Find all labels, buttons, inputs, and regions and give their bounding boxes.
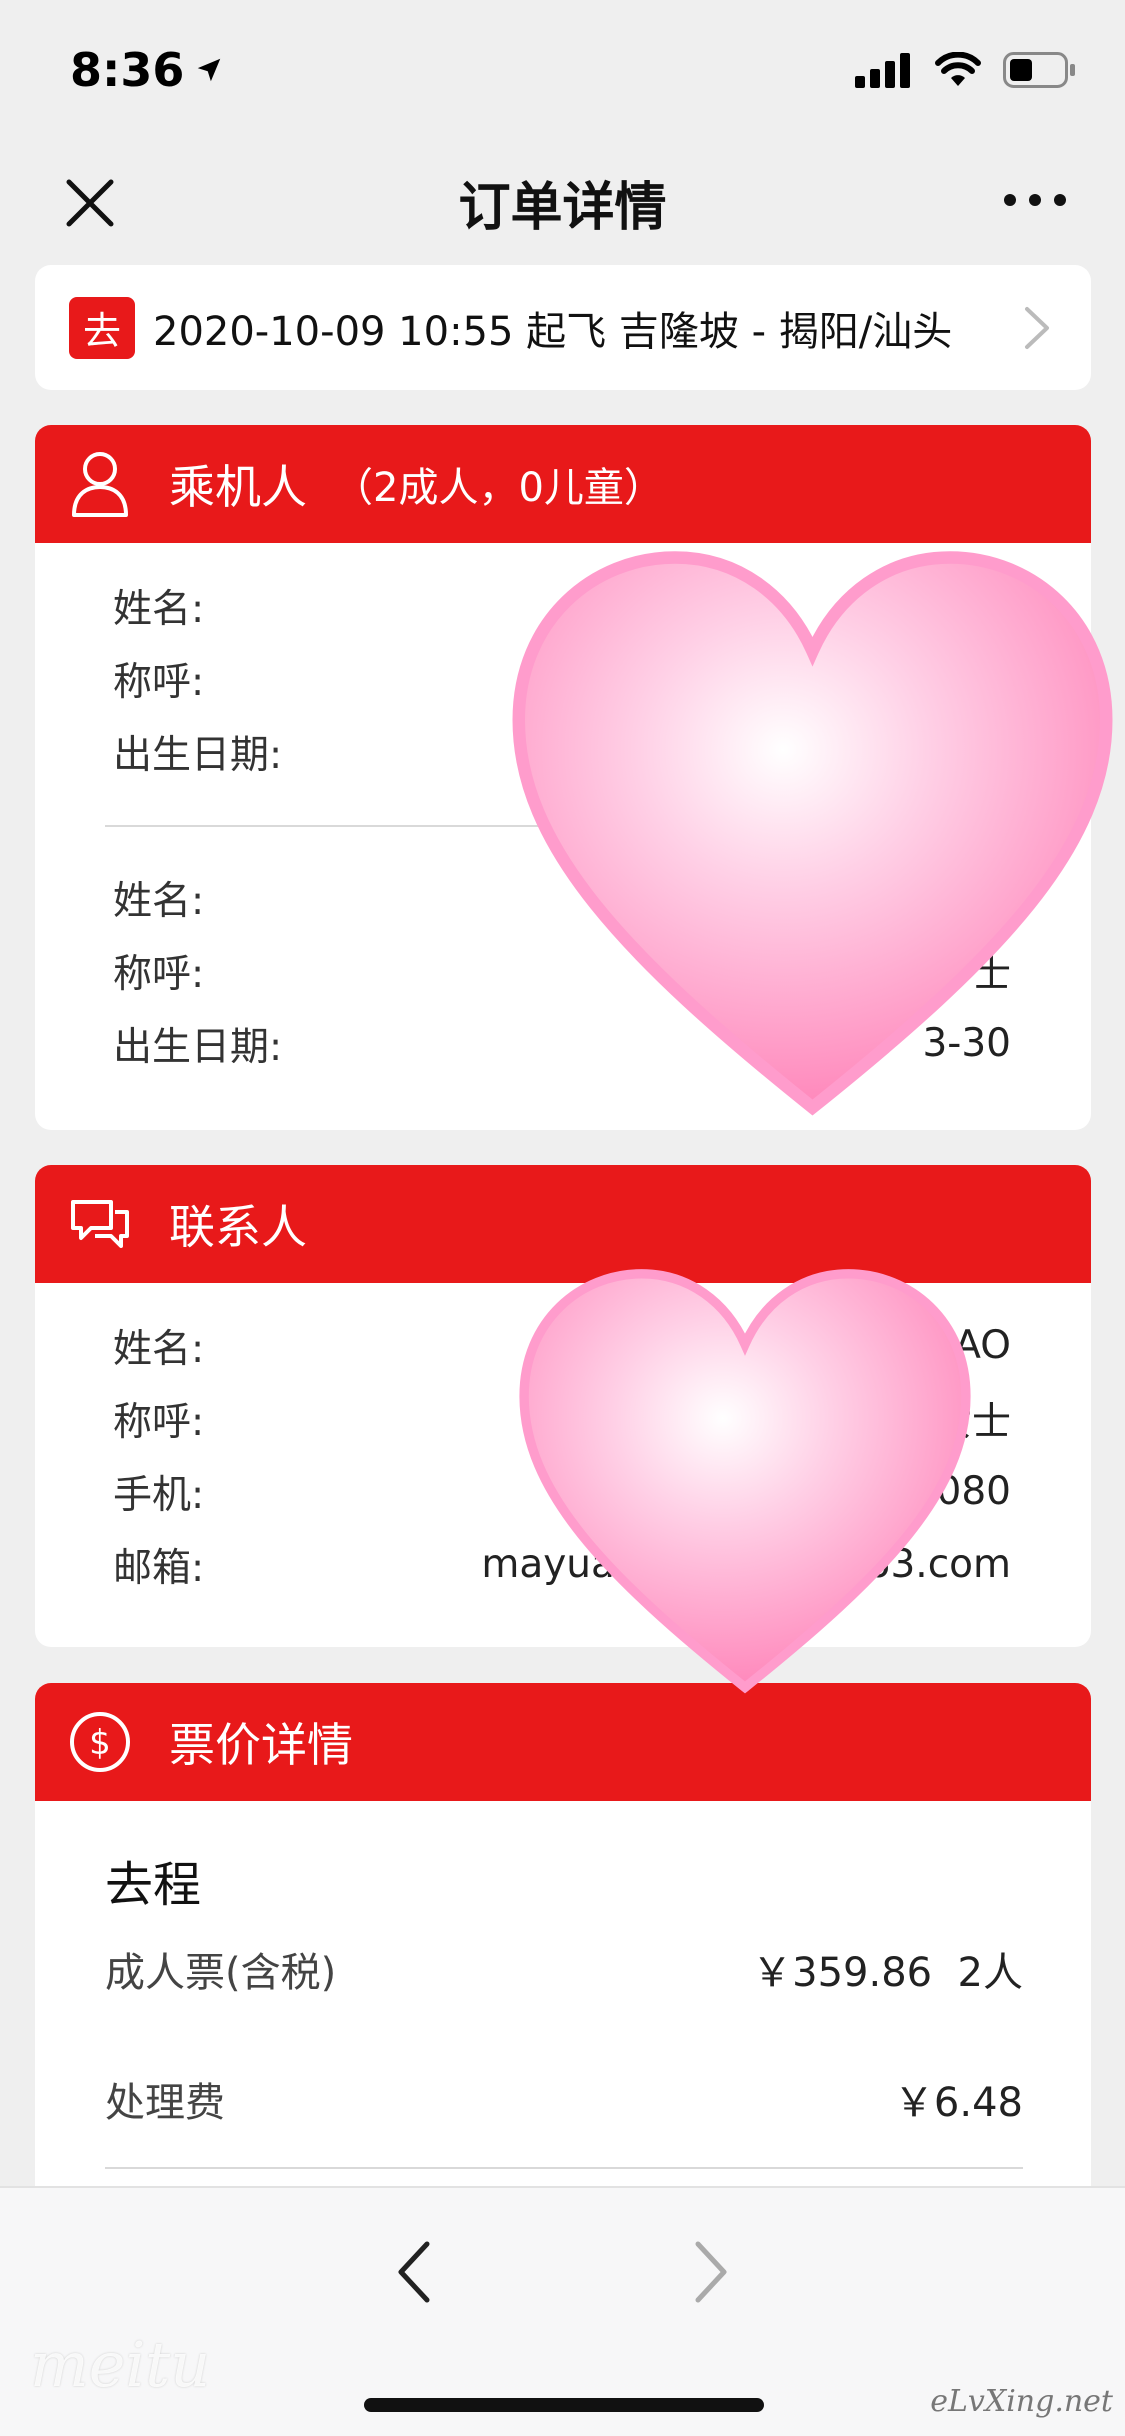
bottom-toolbar: meitu eLvXing.net (0, 2186, 1125, 2436)
person-icon (65, 449, 135, 519)
passengers-count: （2成人，0儿童） (333, 465, 664, 511)
contact-phone-label: 手机: (113, 1472, 205, 1518)
status-indicators (855, 51, 1077, 89)
passenger-title-label: 称呼: (113, 659, 205, 705)
fee-row: 处理费 ￥6.48 (35, 2061, 1091, 2137)
chevron-right-icon (1025, 306, 1049, 349)
adult-ticket-row: 成人票(含税) ￥359.86 2人 (35, 1931, 1091, 2007)
adult-ticket-label: 成人票(含税) (105, 1950, 337, 1996)
heart-sticker (512, 551, 1113, 1116)
battery-icon (1003, 52, 1075, 88)
status-time-text: 8:36 (70, 43, 185, 97)
wifi-icon (935, 52, 981, 86)
watermark-left: meitu (30, 2328, 211, 2401)
watermark-right: eLvXing.net (930, 2384, 1113, 2419)
passenger-name-label: 姓名: (113, 586, 205, 632)
more-icon[interactable] (1000, 180, 1070, 220)
cellular-signal-icon (855, 53, 910, 88)
outbound-tag: 去 (69, 296, 135, 359)
nav-bar: 订单详情 (0, 140, 1125, 265)
forward-arrow-icon[interactable] (680, 2232, 740, 2312)
adult-ticket-value: ￥359.86 2人 (752, 1950, 1023, 1996)
passenger-name-label: 姓名: (113, 878, 205, 924)
passenger-dob-label: 出生日期: (113, 1024, 283, 1070)
passenger-title-label: 称呼: (113, 951, 205, 997)
status-time: 8:36 (70, 43, 224, 97)
dollar-circle-icon: $ (65, 1707, 135, 1777)
contact-title-label: 称呼: (113, 1399, 205, 1445)
fee-value: ￥6.48 (893, 2080, 1023, 2126)
divider (105, 2167, 1023, 2169)
contact-title: 联系人 (169, 1200, 307, 1254)
chat-bubbles-icon (65, 1189, 135, 1259)
status-bar: 8:36 (0, 0, 1125, 140)
price-title: 票价详情 (169, 1718, 353, 1772)
fee-label: 处理费 (105, 2080, 225, 2126)
flight-summary-text: 2020-10-09 10:55 起飞 吉隆坡 - 揭阳/汕头 (153, 308, 953, 355)
contact-email-label: 邮箱: (113, 1545, 205, 1591)
price-trip-label: 去程 (105, 1857, 202, 1913)
home-indicator[interactable] (364, 2398, 764, 2412)
page-title: 订单详情 (458, 178, 667, 238)
svg-text:$: $ (89, 1723, 111, 1763)
contact-name-label: 姓名: (113, 1326, 205, 1372)
close-icon[interactable] (55, 168, 125, 238)
passengers-title: 乘机人 (169, 460, 307, 514)
back-arrow-icon[interactable] (385, 2232, 445, 2312)
passenger-dob-label: 出生日期: (113, 732, 283, 778)
heart-sticker (519, 1269, 971, 1694)
flight-summary[interactable]: 去 2020-10-09 10:55 起飞 吉隆坡 - 揭阳/汕头 (35, 265, 1091, 390)
location-arrow-icon (198, 58, 221, 82)
